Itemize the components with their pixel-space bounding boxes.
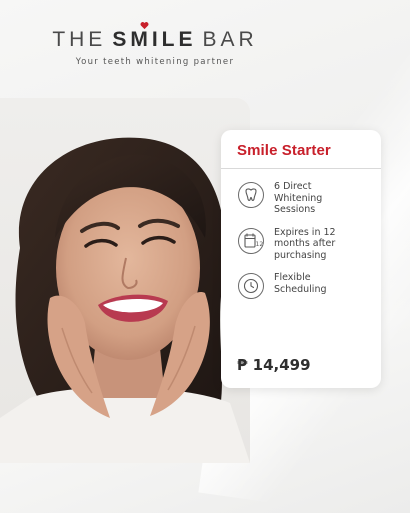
package-price: ₱ 14,499 [237,356,311,374]
logo-word-smile-text: SMILE [112,28,197,51]
feature-item-scheduling: Flexible Scheduling [237,272,367,300]
feature-item-expiry: 12 Expires in 12 months after purchasing [237,227,367,262]
feature-text-scheduling: Flexible Scheduling [274,272,327,295]
card-divider [221,168,381,169]
feature-list: 6 Direct Whitening Sessions 12 Expires i… [237,181,367,300]
feature-item-sessions: 6 Direct Whitening Sessions [237,181,367,216]
brand-header: THE SMILE BAR Your teeth whitening partner [20,22,290,67]
tooth-icon [237,181,265,209]
package-card: Smile Starter 6 Direct Whitening Session… [221,130,381,388]
brand-logo: THE SMILE BAR [52,22,258,52]
portrait-illustration [0,137,250,463]
feature-text-expiry: Expires in 12 months after purchasing [274,226,336,261]
brand-tagline: Your teeth whitening partner [75,57,235,67]
clock-icon [237,272,265,300]
calendar-expiry-icon: 12 [237,227,265,255]
smiling-woman-photo [0,98,250,463]
feature-text-sessions: 6 Direct Whitening Sessions [274,181,323,215]
heart-icon [140,22,149,30]
logo-word-smile: SMILE [112,22,197,51]
package-title: Smile Starter [237,142,331,159]
svg-text:12: 12 [256,241,264,248]
logo-word-bar: BAR [202,28,258,51]
logo-word-the: THE [52,28,107,51]
